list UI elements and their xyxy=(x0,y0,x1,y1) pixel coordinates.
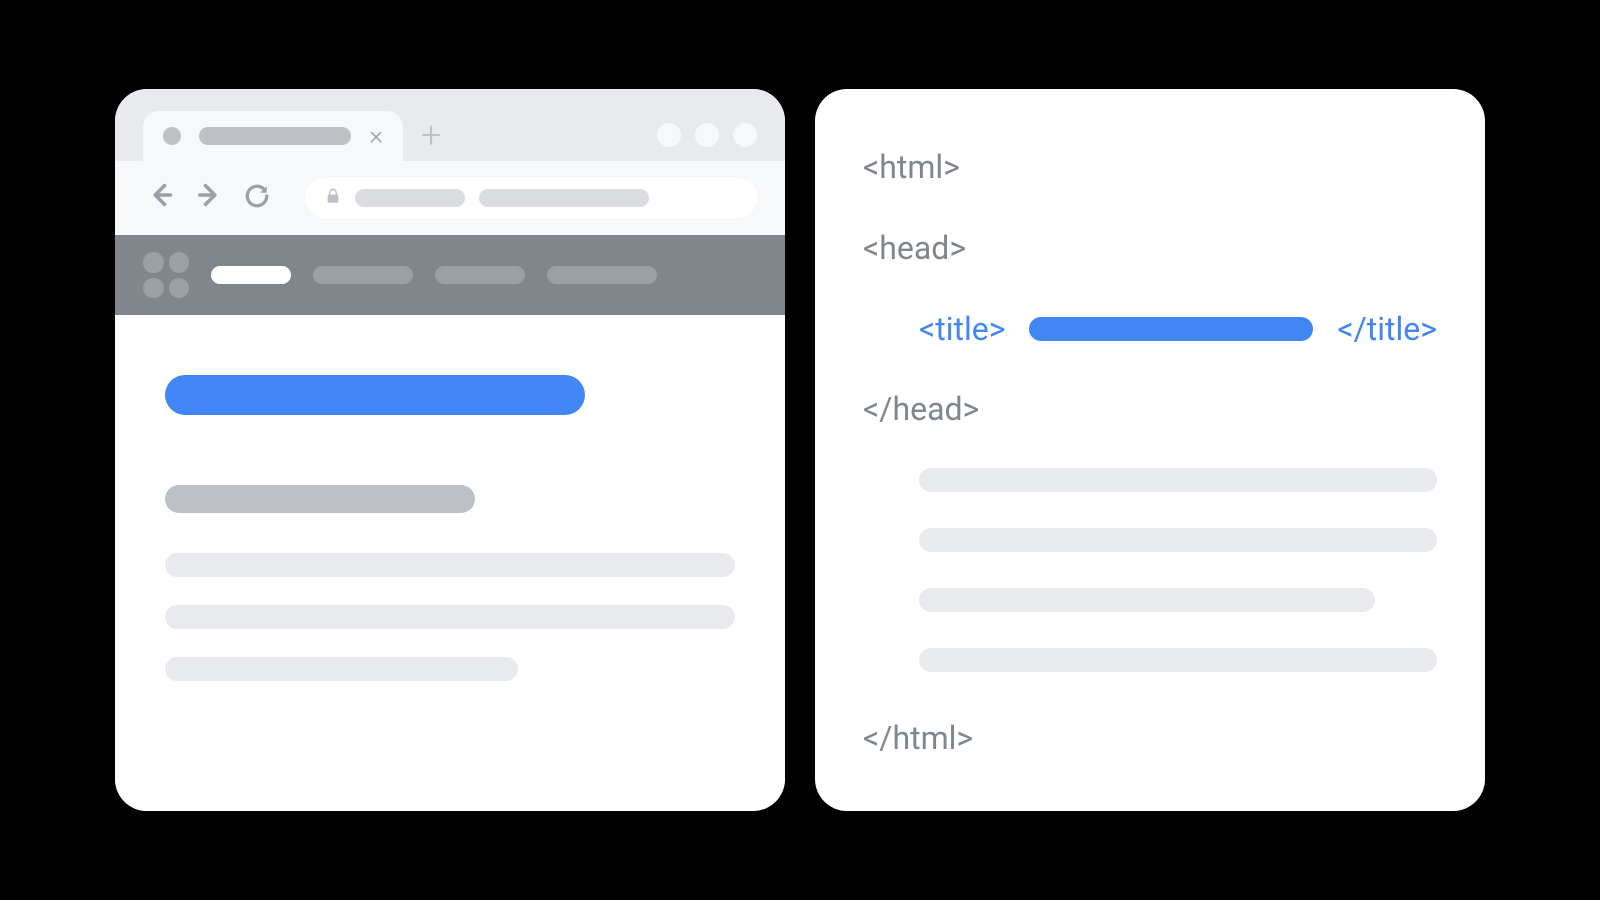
nav-item[interactable] xyxy=(313,266,413,284)
site-logo-icon[interactable] xyxy=(143,252,189,298)
reload-button-icon[interactable] xyxy=(239,183,275,213)
window-controls xyxy=(657,123,757,161)
tab-title-placeholder xyxy=(199,127,351,145)
body-line xyxy=(919,468,1437,492)
forward-button-icon[interactable] xyxy=(191,179,227,217)
window-control-close-icon[interactable] xyxy=(733,123,757,147)
code-html-open: <html> xyxy=(863,145,1437,190)
nav-item-active[interactable] xyxy=(211,266,291,284)
body-line xyxy=(919,528,1437,552)
title-close-tag: </title> xyxy=(1337,307,1437,352)
body-line xyxy=(919,648,1437,672)
new-tab-icon[interactable]: + xyxy=(421,117,441,161)
close-tab-icon[interactable]: × xyxy=(369,123,383,149)
body-line xyxy=(919,588,1375,612)
code-head-open: <head> xyxy=(863,226,1437,271)
page-content-area xyxy=(115,315,785,811)
html-code-panel: <html> <head> <title> </title> </head> <… xyxy=(815,89,1485,811)
code-body-placeholder xyxy=(863,468,1437,672)
url-segment xyxy=(479,189,649,207)
back-button-icon[interactable] xyxy=(143,179,179,217)
title-open-tag: <title> xyxy=(919,307,1005,352)
browser-tab[interactable]: × xyxy=(143,111,403,161)
address-bar[interactable] xyxy=(305,178,757,218)
window-control-max-icon[interactable] xyxy=(695,123,719,147)
window-control-min-icon[interactable] xyxy=(657,123,681,147)
code-title-line: <title> </title> xyxy=(863,307,1437,352)
browser-chrome: × + xyxy=(115,89,785,235)
paragraph-line xyxy=(165,605,735,629)
site-header-bar xyxy=(115,235,785,315)
lock-icon xyxy=(325,187,341,209)
tab-bar: × + xyxy=(115,89,785,161)
paragraph-line xyxy=(165,657,518,681)
page-subtitle-placeholder xyxy=(165,485,475,513)
nav-item[interactable] xyxy=(547,266,657,284)
url-segment xyxy=(355,189,465,207)
address-bar-row xyxy=(115,161,785,235)
favicon-icon xyxy=(163,127,181,145)
browser-mockup-panel: × + xyxy=(115,89,785,811)
code-html-close: </html> xyxy=(863,716,1437,761)
page-title-placeholder xyxy=(165,375,585,415)
nav-item[interactable] xyxy=(435,266,525,284)
title-content-placeholder xyxy=(1029,317,1313,341)
paragraph-line xyxy=(165,553,735,577)
code-head-close: </head> xyxy=(863,387,1437,432)
